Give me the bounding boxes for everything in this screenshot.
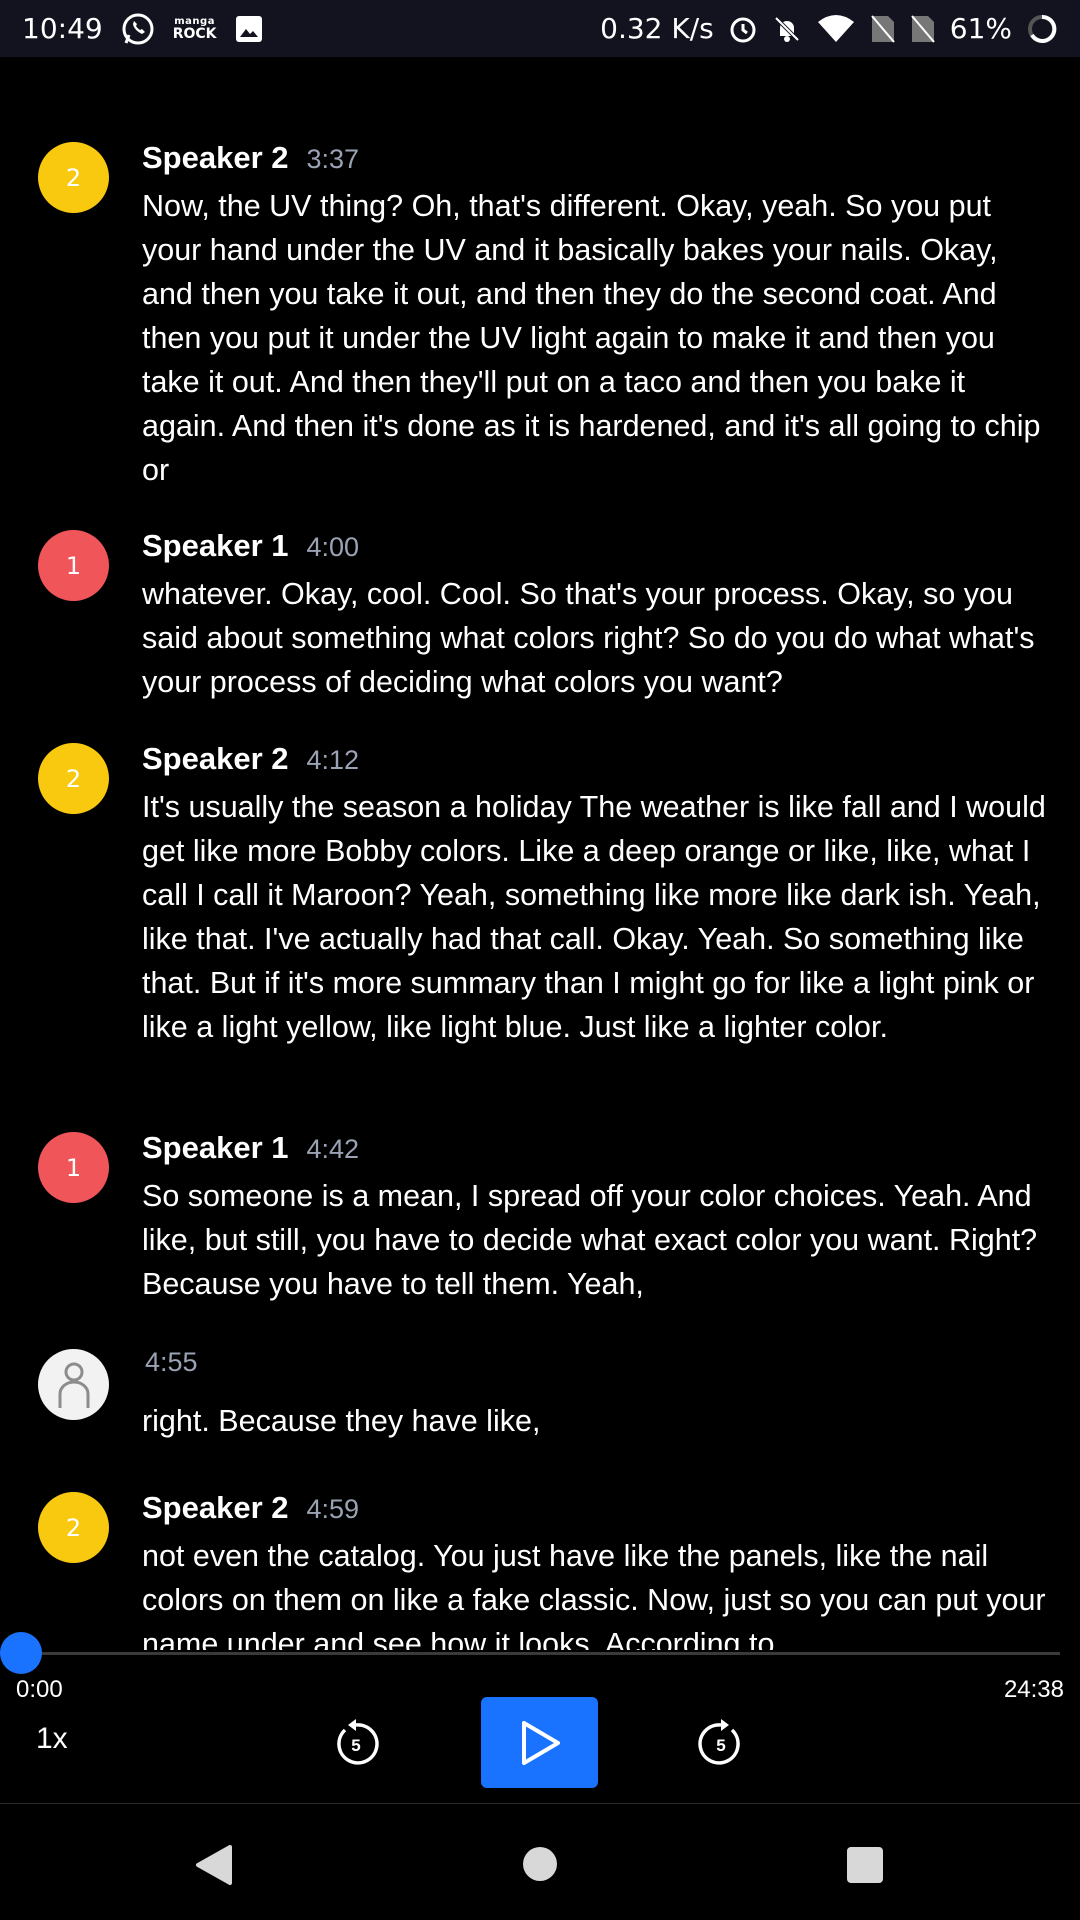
speaker-avatar[interactable]: 2 (38, 142, 109, 213)
forward-5-icon: 5 (698, 1719, 740, 1765)
speaker-name[interactable]: Speaker 2 (142, 1490, 289, 1526)
current-time: 0:00 (16, 1676, 63, 1703)
rewind-seconds: 5 (351, 1736, 360, 1755)
seek-bar[interactable] (0, 1632, 1060, 1674)
transcript-text[interactable]: So someone is a mean, I spread off your … (142, 1174, 1052, 1306)
transcript-text[interactable]: It's usually the season a holiday The we… (142, 785, 1052, 1049)
no-sim-icon (870, 14, 896, 44)
system-nav-bar (0, 1805, 1080, 1920)
transcript-text[interactable]: right. Because they have like, (142, 1399, 1052, 1443)
recents-button[interactable] (847, 1847, 883, 1883)
speaker-name[interactable]: Speaker 1 (142, 528, 289, 564)
transcript-text[interactable]: whatever. Okay, cool. Cool. So that's yo… (142, 572, 1052, 704)
speaker-name[interactable]: Speaker 2 (142, 140, 289, 176)
status-bar: 10:49 manga ROCK 0.32 K/s 61% (0, 0, 1080, 57)
timestamp[interactable]: 4:42 (307, 1134, 360, 1165)
timestamp[interactable]: 4:00 (307, 532, 360, 563)
entry-body: Speaker 1 4:00 whatever. Okay, cool. Coo… (142, 528, 1052, 704)
speaker-name[interactable]: Speaker 2 (142, 741, 289, 777)
bell-off-icon (772, 14, 802, 44)
forward-5-button[interactable]: 5 (695, 1718, 747, 1770)
home-button[interactable] (523, 1847, 557, 1881)
back-icon (196, 1845, 232, 1885)
transcript-text[interactable]: not even the catalog. You just have like… (142, 1534, 1052, 1650)
timestamp[interactable]: 4:12 (307, 745, 360, 776)
transcript-list[interactable]: 2 Speaker 2 3:37 Now, the UV thing? Oh, … (0, 57, 1080, 1650)
entry-header: Speaker 1 4:00 (142, 528, 1052, 572)
battery-ring-icon (1026, 13, 1058, 45)
network-speed: 0.32 K/s (600, 12, 714, 45)
entry-header: 4:55 (142, 1347, 1052, 1391)
speaker-avatar[interactable]: 1 (38, 1132, 109, 1203)
battery-percent: 61% (949, 12, 1012, 45)
timestamp[interactable]: 4:55 (145, 1347, 198, 1378)
alarm-icon (728, 14, 758, 44)
gallery-icon (235, 15, 263, 43)
status-bar-left: 10:49 manga ROCK (22, 12, 263, 46)
status-bar-right: 0.32 K/s 61% (600, 12, 1058, 45)
entry-body: 4:55 right. Because they have like, (142, 1347, 1052, 1443)
unknown-speaker-avatar[interactable] (38, 1349, 109, 1420)
rewind-5-icon: 5 (337, 1719, 379, 1765)
no-sim-icon (910, 14, 936, 44)
total-time: 24:38 (1003, 1676, 1064, 1703)
timestamp[interactable]: 3:37 (307, 144, 360, 175)
entry-body: Speaker 2 3:37 Now, the UV thing? Oh, th… (142, 140, 1052, 492)
forward-seconds: 5 (716, 1736, 725, 1755)
speaker-name[interactable]: Speaker 1 (142, 1130, 289, 1166)
entry-body: Speaker 2 4:59 not even the catalog. You… (142, 1490, 1052, 1650)
speaker-avatar[interactable]: 1 (38, 530, 109, 601)
wifi-icon (816, 14, 856, 44)
timestamp[interactable]: 4:59 (307, 1494, 360, 1525)
speaker-avatar[interactable]: 2 (38, 743, 109, 814)
rewind-5-button[interactable]: 5 (330, 1718, 382, 1770)
transcript-text[interactable]: Now, the UV thing? Oh, that's different.… (142, 184, 1052, 492)
play-button[interactable] (481, 1697, 598, 1788)
entry-body: Speaker 2 4:12 It's usually the season a… (142, 741, 1052, 1049)
seek-handle[interactable] (0, 1632, 42, 1674)
entry-header: Speaker 1 4:42 (142, 1130, 1052, 1174)
speaker-avatar[interactable]: 2 (38, 1492, 109, 1563)
whatsapp-icon (121, 12, 155, 46)
entry-header: Speaker 2 4:59 (142, 1490, 1052, 1534)
playback-speed-button[interactable]: 1x (36, 1722, 68, 1756)
entry-body: Speaker 1 4:42 So someone is a mean, I s… (142, 1130, 1052, 1306)
entry-header: Speaker 2 3:37 (142, 140, 1052, 184)
person-icon (58, 1362, 89, 1408)
back-button[interactable] (194, 1843, 234, 1891)
play-icon (521, 1720, 560, 1765)
clock: 10:49 (22, 12, 103, 45)
entry-header: Speaker 2 4:12 (142, 741, 1052, 785)
manga-rock-icon: manga ROCK (172, 15, 217, 42)
audio-player: 0:00 24:38 1x 5 5 (0, 1632, 1080, 1804)
